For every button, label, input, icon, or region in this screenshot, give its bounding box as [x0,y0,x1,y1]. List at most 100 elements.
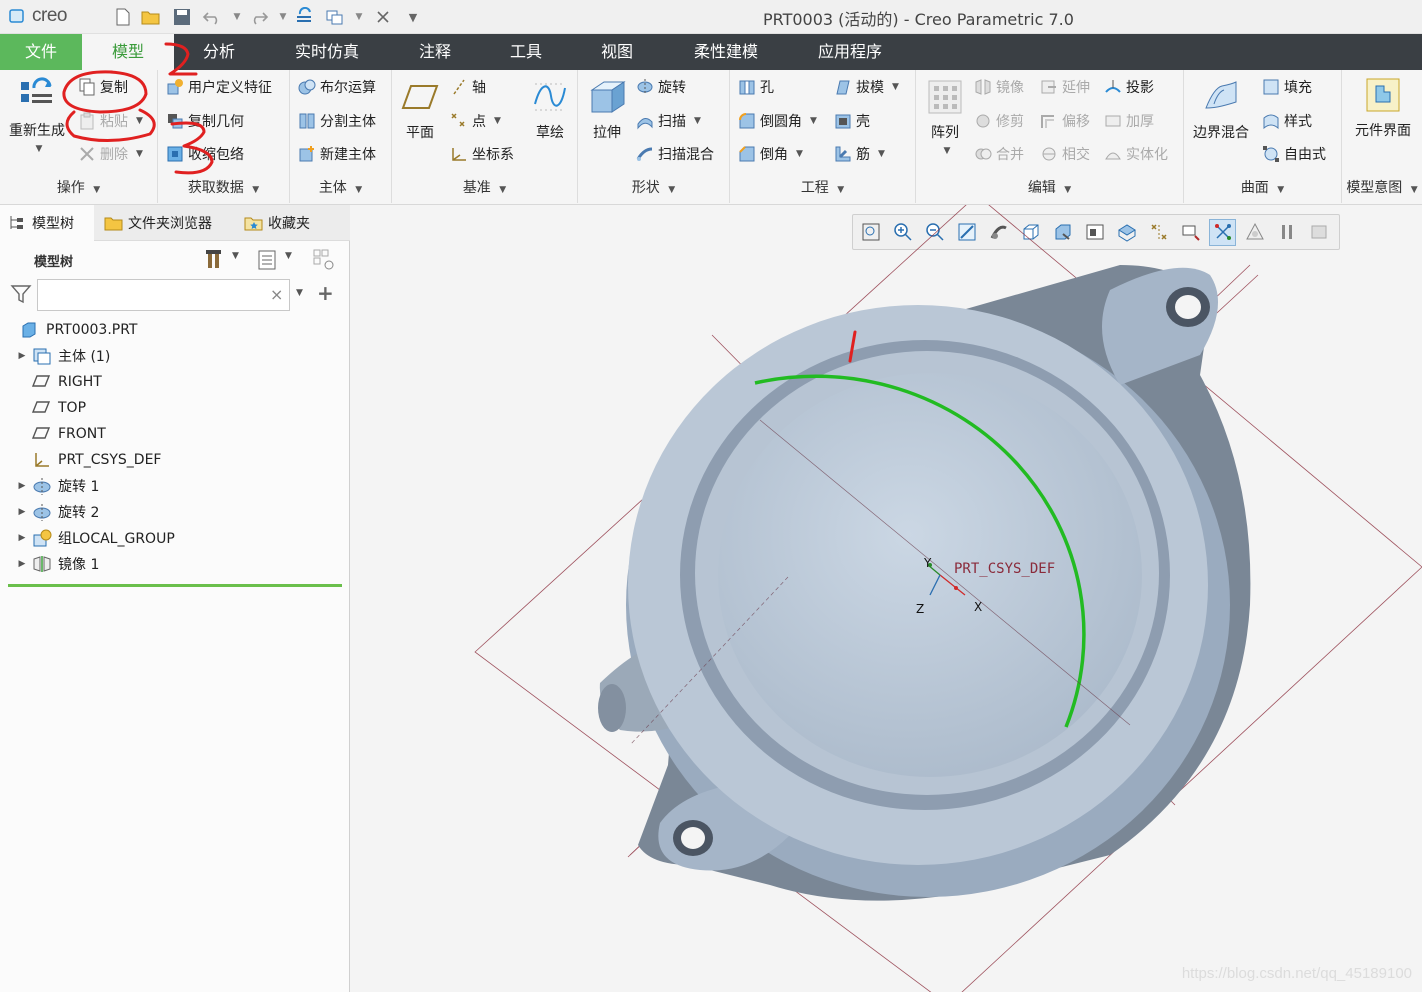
hole-button[interactable]: 孔 [738,74,774,100]
tab-live-simulation[interactable]: 实时仿真 [280,34,374,70]
delete-button[interactable]: 删除 ▼ [78,141,143,167]
pattern-button[interactable]: 阵列 ▼ [922,78,968,156]
boundary-blend-button[interactable]: 边界混合 [1188,78,1254,142]
tree-item[interactable]: ▶ 旋转 1 [12,473,99,499]
tree-filter-options-icon[interactable] [310,247,338,273]
tab-view[interactable]: 视图 [586,34,648,70]
round-button[interactable]: 倒圆角 ▼ [738,108,817,134]
tree-insert-indicator[interactable] [8,584,342,587]
paste-dropdown-icon[interactable]: ▼ [136,116,143,126]
paste-button[interactable]: 粘贴 ▼ [78,108,143,134]
component-interface-button[interactable]: 元件界面 [1346,76,1420,140]
tab-model-tree[interactable]: 模型树 [0,205,94,241]
group-label-model-intent[interactable]: 模型意图 ▼ [1342,177,1422,197]
clear-filter-icon[interactable]: × [270,285,283,304]
group-label-operations[interactable]: 操作 ▼ [0,177,157,197]
expand-arrow-icon[interactable]: ▶ [12,559,32,569]
sketch-button[interactable]: 草绘 [528,78,572,142]
delete-dropdown-icon[interactable]: ▼ [136,149,143,159]
draft-button[interactable]: 拔模 ▼ [834,74,899,100]
tab-folder-browser[interactable]: 文件夹浏览器 [96,205,234,241]
extend-button[interactable]: 延伸 [1040,74,1090,100]
datum-point-dropdown-icon[interactable]: ▼ [494,116,501,126]
rib-dropdown-icon[interactable]: ▼ [878,149,885,159]
fill-button[interactable]: 填充 [1262,74,1312,100]
group-label-shapes[interactable]: 形状 ▼ [578,177,729,197]
tab-analysis[interactable]: 分析 [182,34,256,70]
tree-settings-icon[interactable] [200,245,230,273]
intersect-button[interactable]: 相交 [1040,141,1090,167]
tab-flexible-modeling[interactable]: 柔性建模 [680,34,772,70]
close-window-icon[interactable] [372,6,394,28]
add-filter-icon[interactable]: + [317,281,334,305]
pattern-dropdown-icon[interactable]: ▼ [926,146,968,156]
project-button[interactable]: 投影 [1104,74,1154,100]
group-label-editing[interactable]: 编辑 ▼ [916,177,1183,197]
expand-arrow-icon[interactable]: ▶ [12,481,32,491]
merge-button[interactable]: 合并 [974,141,1024,167]
offset-button[interactable]: 偏移 [1040,108,1090,134]
round-dropdown-icon[interactable]: ▼ [810,116,817,126]
copy-geometry-button[interactable]: 复制几何 [166,108,244,134]
freestyle-button[interactable]: 自由式 [1262,141,1326,167]
draft-dropdown-icon[interactable]: ▼ [892,82,899,92]
datum-axis-button[interactable]: 轴 [450,74,486,100]
tree-item[interactable]: PRT_CSYS_DEF [12,447,161,473]
datum-point-button[interactable]: 点 ▼ [450,108,501,134]
undo-dropdown-icon[interactable]: ▼ [226,6,248,28]
model-canvas[interactable]: PRT_CSYS_DEF Y X Z [350,205,1422,992]
split-body-button[interactable]: 分割主体 [298,108,376,134]
chamfer-dropdown-icon[interactable]: ▼ [796,149,803,159]
tree-item[interactable]: TOP [12,395,86,421]
revolve-button[interactable]: 旋转 [636,74,686,100]
tree-item[interactable]: FRONT [12,421,106,447]
sweep-dropdown-icon[interactable]: ▼ [694,116,701,126]
group-label-body[interactable]: 主体 ▼ [290,177,391,197]
tree-item[interactable]: ▶ 旋转 2 [12,499,99,525]
graphics-viewport[interactable]: PRT_CSYS_DEF Y X Z https://blog.csdn.net… [350,205,1422,992]
windows-dropdown-icon[interactable]: ▼ [348,6,370,28]
tab-favorites[interactable]: 收藏夹 [236,205,332,241]
style-button[interactable]: 样式 [1262,108,1312,134]
tree-settings-dropdown-icon[interactable]: ▼ [232,251,239,261]
mirror-button[interactable]: 镜像 [974,74,1024,100]
tab-applications[interactable]: 应用程序 [804,34,896,70]
expand-arrow-icon[interactable]: ▶ [12,507,32,517]
solidify-button[interactable]: 实体化 [1104,141,1168,167]
tree-item[interactable]: RIGHT [12,369,102,395]
regenerate-dropdown-icon[interactable]: ▼ [8,144,70,154]
shell-button[interactable]: 壳 [834,108,870,134]
expand-arrow-icon[interactable]: ▶ [12,533,32,543]
group-label-engineering[interactable]: 工程 ▼ [730,177,915,197]
trim-button[interactable]: 修剪 [974,108,1024,134]
swept-blend-button[interactable]: 扫描混合 [636,141,714,167]
tab-annotate[interactable]: 注释 [404,34,466,70]
boolean-button[interactable]: 布尔运算 [298,74,376,100]
open-folder-icon[interactable] [140,6,162,28]
tree-item[interactable]: ▶ 组LOCAL_GROUP [12,525,175,551]
new-file-icon[interactable] [112,6,134,28]
save-icon[interactable] [171,6,193,28]
tree-item[interactable]: ▶ 镜像 1 [12,551,99,577]
coordinate-system-button[interactable]: 坐标系 [450,141,514,167]
expand-arrow-icon[interactable]: ▶ [12,351,32,361]
tab-model[interactable]: 模型 [82,34,174,70]
group-label-datum[interactable]: 基准 ▼ [392,177,577,197]
chamfer-button[interactable]: 倒角 ▼ [738,141,803,167]
rib-button[interactable]: 筋 ▼ [834,141,885,167]
filter-funnel-icon[interactable] [10,283,34,307]
new-body-button[interactable]: 新建主体 [298,141,376,167]
group-label-surfaces[interactable]: 曲面 ▼ [1184,177,1341,197]
redo-icon[interactable] [248,6,270,28]
customize-toolbar-icon[interactable]: ▼ [402,6,424,28]
regenerate-quick-icon[interactable] [294,6,316,28]
udf-button[interactable]: 用户定义特征 [166,74,272,100]
regenerate-button[interactable]: 重新生成 ▼ [4,76,70,154]
tab-file[interactable]: 文件 [0,34,82,70]
tree-item[interactable]: PRT0003.PRT [0,317,138,343]
tree-item[interactable]: ▶ 主体 (1) [12,343,110,369]
tab-tools[interactable]: 工具 [496,34,556,70]
windows-icon[interactable] [324,6,346,28]
show-columns-icon[interactable] [254,247,280,273]
undo-icon[interactable] [201,6,223,28]
